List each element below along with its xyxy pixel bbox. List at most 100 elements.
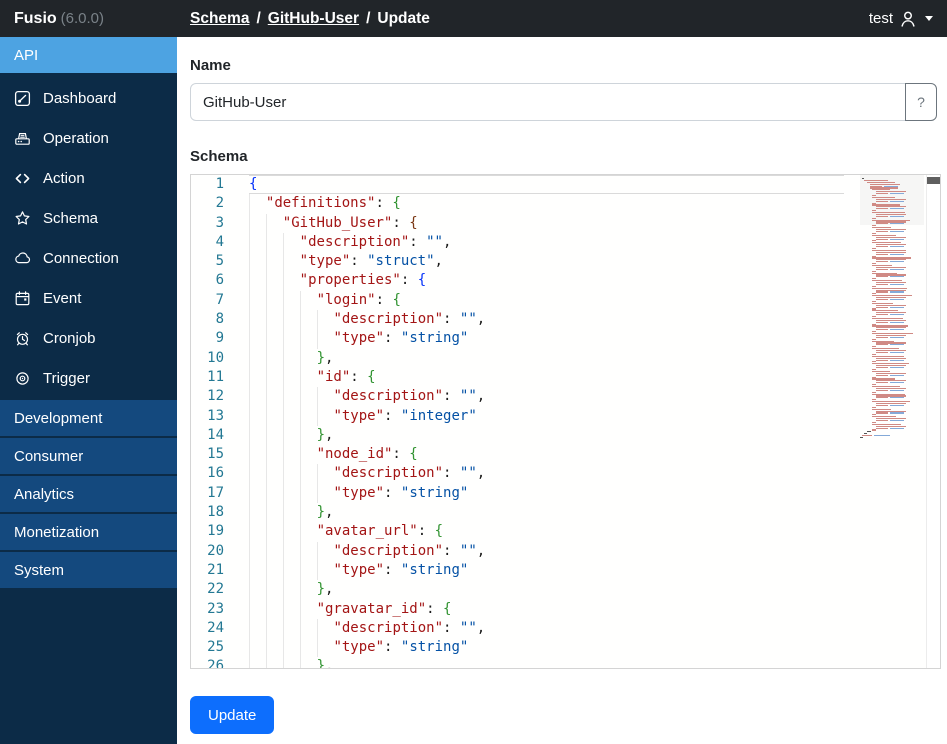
- indent-guide: [265, 522, 283, 542]
- sidebar-section-development[interactable]: Development: [0, 400, 177, 436]
- breadcrumb-link-github-user[interactable]: GitHub-User: [268, 10, 359, 27]
- schema-code-editor[interactable]: 1{2 "definitions": {3 "GitHub_User": {4 "de…: [190, 174, 941, 669]
- sidebar-item-action[interactable]: Action: [0, 158, 177, 198]
- indent-guide: [316, 310, 334, 330]
- code-token: "type": [333, 330, 385, 347]
- code-token: "type": [333, 484, 385, 501]
- code-token: {: [392, 291, 401, 308]
- code-line[interactable]: 25 "type": "string": [191, 638, 940, 658]
- code-token: "type": [333, 407, 385, 424]
- minimap-row: [860, 437, 924, 439]
- indent-guide: [282, 464, 300, 484]
- sidebar-item-event[interactable]: Event: [0, 278, 177, 318]
- indent-guide: [265, 310, 283, 330]
- code-line[interactable]: 1{: [191, 175, 940, 195]
- code-line[interactable]: 19 "avatar_url": {: [191, 522, 940, 542]
- indent-guide: [265, 657, 283, 668]
- code-line[interactable]: 4 "description": "",: [191, 232, 940, 253]
- sidebar-section-system[interactable]: System: [0, 552, 177, 588]
- code-line[interactable]: 26},: [191, 657, 940, 668]
- minimap-mark: [890, 268, 904, 270]
- code-line[interactable]: 14},: [191, 425, 940, 446]
- sidebar-item-dashboard[interactable]: Dashboard: [0, 78, 177, 118]
- editor-scrollbar-thumb[interactable]: [927, 177, 940, 184]
- code-token: "avatar_url": [316, 523, 418, 540]
- minimap-mark: [876, 215, 888, 217]
- indent-guide: [316, 406, 334, 426]
- indent-guide: [282, 252, 300, 272]
- code-token: :: [400, 272, 418, 289]
- minimap-mark: [890, 261, 904, 263]
- minimap-mark: [890, 253, 904, 255]
- user-menu[interactable]: test: [869, 10, 947, 28]
- code-line[interactable]: 24 "description": "",: [191, 618, 940, 639]
- code-line[interactable]: 2 "definitions": {: [191, 194, 940, 214]
- sidebar-item-operation[interactable]: Operation: [0, 118, 177, 158]
- update-button[interactable]: Update: [190, 696, 275, 734]
- code-line[interactable]: 11 "id": {: [191, 367, 940, 388]
- indent-guide: [265, 425, 283, 446]
- indent-guide: [316, 483, 334, 504]
- code-line[interactable]: 12 "description": "",: [191, 387, 940, 407]
- brand: Fusio: [14, 9, 57, 27]
- code-token: "login": [316, 291, 376, 308]
- breadcrumb-separator: /: [366, 9, 371, 27]
- code-line[interactable]: 10},: [191, 348, 940, 368]
- code-line[interactable]: 5 "type": "struct",: [191, 252, 940, 272]
- line-number: 20: [207, 542, 224, 559]
- minimap-mark: [876, 374, 888, 376]
- minimap[interactable]: [860, 178, 924, 439]
- sidebar-item-cronjob[interactable]: Cronjob: [0, 318, 177, 358]
- sidebar-section-monetization[interactable]: Monetization: [0, 514, 177, 550]
- code-line[interactable]: 16 "description": "",: [191, 464, 940, 484]
- code-token: "": [459, 388, 477, 405]
- indent-guide: [249, 387, 266, 407]
- indent-guide: [299, 329, 317, 349]
- indent-guide: [282, 503, 300, 523]
- code-token: }: [316, 504, 325, 521]
- code-line[interactable]: 23 "gravatar_id": {: [191, 599, 940, 619]
- code-line[interactable]: 22},: [191, 580, 940, 600]
- indent-guide: [265, 348, 283, 368]
- code-line[interactable]: 18},: [191, 503, 940, 523]
- code-token: :: [392, 214, 410, 231]
- indent-guide: [299, 522, 317, 542]
- code-line[interactable]: 17 "type": "string": [191, 483, 940, 504]
- editor-scrollbar[interactable]: [926, 175, 940, 668]
- sidebar-item-trigger[interactable]: Trigger: [0, 358, 177, 398]
- help-button[interactable]: ?: [905, 83, 937, 121]
- code-line[interactable]: 9 "type": "string": [191, 329, 940, 349]
- code-line[interactable]: 8 "description": "",: [191, 310, 940, 330]
- minimap-mark: [876, 299, 888, 301]
- code-token: :: [417, 523, 435, 540]
- sidebar-section-consumer[interactable]: Consumer: [0, 438, 177, 474]
- code-line[interactable]: 6 "properties": {: [191, 271, 940, 291]
- indent-guide: [249, 657, 266, 668]
- code-line[interactable]: 15 "node_id": {: [191, 445, 940, 465]
- code-token: :: [426, 600, 443, 617]
- code-line[interactable]: 7 "login": {: [191, 290, 940, 311]
- minimap-mark: [890, 427, 904, 429]
- line-number: 19: [207, 523, 224, 540]
- sidebar-item-schema[interactable]: Schema: [0, 198, 177, 238]
- minimap-mark: [890, 389, 904, 391]
- minimap-mark: [890, 193, 904, 195]
- sidebar-item-connection[interactable]: Connection: [0, 238, 177, 278]
- breadcrumb-link-schema[interactable]: Schema: [190, 10, 249, 27]
- code-line[interactable]: 21 "type": "string": [191, 560, 940, 581]
- indent-guide: [249, 367, 266, 388]
- code-line[interactable]: 13 "type": "integer": [191, 406, 940, 426]
- code-token: :: [392, 446, 410, 463]
- code-token: :: [384, 330, 401, 347]
- code-token: ,: [476, 542, 486, 559]
- code-line[interactable]: 3 "GitHub_User": {: [191, 213, 940, 233]
- code-token: :: [384, 484, 401, 501]
- sidebar-item-api[interactable]: API: [0, 37, 177, 73]
- name-input[interactable]: [190, 83, 906, 121]
- code-line[interactable]: 20 "description": "",: [191, 541, 940, 561]
- code-token: "description": [333, 388, 444, 405]
- indent-guide: [249, 560, 266, 581]
- indent-guide: [282, 580, 300, 600]
- indent-guide: [265, 367, 283, 388]
- sidebar-section-analytics[interactable]: Analytics: [0, 476, 177, 512]
